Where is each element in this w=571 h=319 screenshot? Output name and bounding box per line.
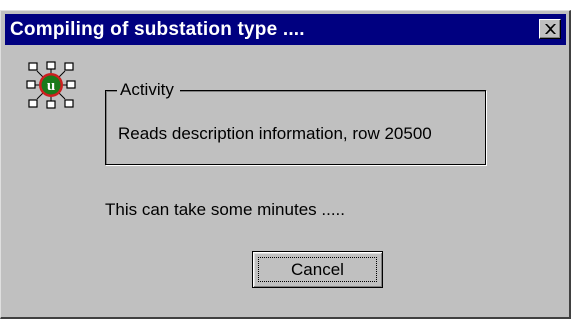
activity-groupbox: Activity Reads description information, …	[105, 80, 486, 165]
progress-dialog: Compiling of substation type .... u Acti…	[0, 10, 571, 319]
title-bar[interactable]: Compiling of substation type ....	[5, 14, 566, 45]
dialog-title: Compiling of substation type ....	[10, 19, 305, 40]
substation-u-icon: u	[26, 61, 76, 109]
cancel-button[interactable]: Cancel	[252, 251, 383, 288]
activity-legend: Activity	[117, 80, 180, 100]
svg-text:u: u	[47, 78, 55, 94]
cancel-button-label: Cancel	[258, 257, 377, 282]
activity-status-text: Reads description information, row 20500	[118, 124, 432, 143]
close-x-icon	[545, 24, 556, 34]
info-message: This can take some minutes .....	[105, 200, 345, 219]
screen: Compiling of substation type .... u Acti…	[0, 0, 571, 319]
close-button[interactable]	[539, 19, 561, 39]
